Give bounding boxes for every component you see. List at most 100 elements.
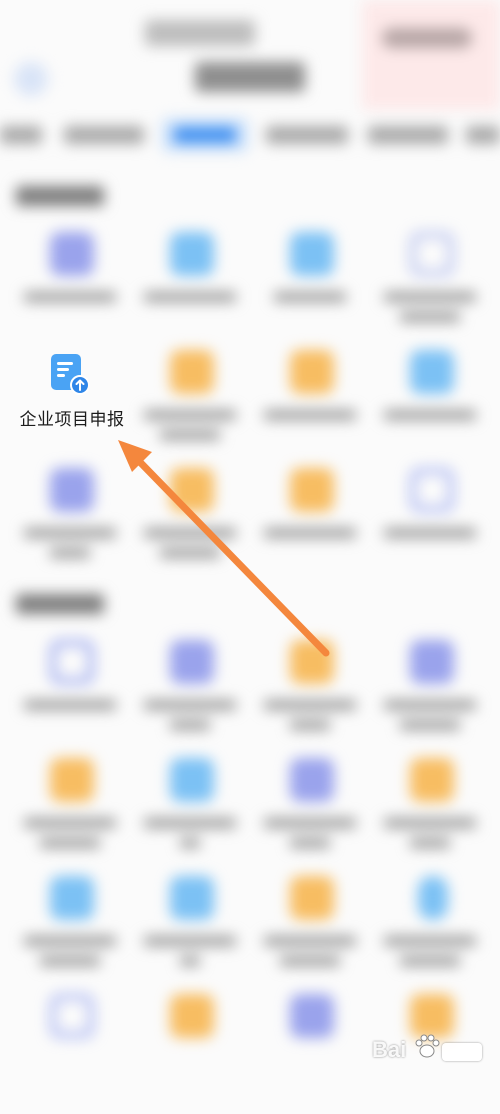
- service-icon: [50, 994, 94, 1038]
- item-label: [384, 936, 476, 946]
- item-label: [144, 410, 236, 420]
- service-icon: [410, 232, 454, 276]
- service-icon: [170, 994, 214, 1038]
- document-upload-icon: [51, 354, 90, 395]
- section-title-2: [16, 594, 104, 614]
- grid-item[interactable]: [130, 876, 250, 996]
- item-label: [264, 700, 356, 710]
- service-icon: [170, 758, 214, 802]
- service-icon: [418, 876, 448, 920]
- grid-item[interactable]: [250, 876, 370, 996]
- grid-item[interactable]: [10, 232, 130, 352]
- service-icon: [410, 350, 454, 394]
- item-label: [280, 956, 340, 966]
- item-label: [144, 528, 236, 538]
- service-icon: [410, 640, 454, 684]
- tab-6[interactable]: [466, 126, 500, 144]
- grid-item[interactable]: [10, 758, 130, 878]
- grid-item[interactable]: [250, 232, 370, 352]
- service-icon: [290, 876, 334, 920]
- header-ad-area[interactable]: [362, 0, 500, 110]
- item-label: [400, 956, 460, 966]
- tab-4[interactable]: [266, 126, 348, 144]
- grid-item[interactable]: [10, 994, 130, 1114]
- back-icon[interactable]: [14, 62, 48, 96]
- item-label: [24, 292, 116, 302]
- service-icon: [290, 640, 334, 684]
- service-icon: [170, 350, 214, 394]
- tab-2[interactable]: [64, 126, 144, 144]
- grid-item[interactable]: [250, 640, 370, 760]
- item-label: [400, 720, 460, 730]
- baidu-watermark: Bai: [372, 1025, 484, 1073]
- item-label: [180, 838, 200, 848]
- grid-item[interactable]: [130, 994, 250, 1114]
- grid-item[interactable]: [250, 758, 370, 878]
- grid-item[interactable]: [370, 232, 490, 352]
- item-label: [290, 838, 330, 848]
- item-label: [144, 700, 236, 710]
- category-tabs: [0, 118, 500, 158]
- item-label: [384, 700, 476, 710]
- item-label: [40, 838, 100, 848]
- service-icon: [290, 232, 334, 276]
- tab-5[interactable]: [368, 126, 448, 144]
- grid-item[interactable]: [370, 640, 490, 760]
- service-icon: [410, 468, 454, 512]
- grid-item[interactable]: [130, 232, 250, 352]
- app-header: [0, 0, 500, 110]
- item-label: [50, 548, 90, 558]
- service-icon: [50, 232, 94, 276]
- service-icon: [170, 468, 214, 512]
- item-label: [384, 292, 476, 302]
- grid-item[interactable]: [130, 468, 250, 588]
- service-icon: [290, 758, 334, 802]
- watermark-logo-text: [442, 1043, 482, 1061]
- tab-1[interactable]: [0, 126, 42, 144]
- service-icon: [290, 994, 334, 1038]
- grid-item[interactable]: [250, 350, 370, 470]
- service-icon: [170, 876, 214, 920]
- service-icon: [410, 758, 454, 802]
- item-label: [24, 936, 116, 946]
- item-label: [144, 292, 236, 302]
- item-label: [290, 720, 330, 730]
- grid-item[interactable]: [250, 994, 370, 1114]
- paw-logo-icon: [415, 1034, 440, 1058]
- item-label: [264, 528, 356, 538]
- header-logo: [145, 20, 255, 46]
- item-label: [384, 410, 476, 420]
- grid-item[interactable]: [130, 758, 250, 878]
- grid-item[interactable]: [250, 468, 370, 588]
- item-label: [264, 410, 356, 420]
- grid-item[interactable]: [10, 640, 130, 760]
- item-label: [144, 818, 236, 828]
- item-label: [180, 956, 200, 966]
- service-icon: [290, 468, 334, 512]
- item-label: [410, 838, 450, 848]
- item-label: [144, 936, 236, 946]
- item-label: [24, 700, 116, 710]
- item-label: 企业项目申报: [19, 410, 125, 430]
- service-icon: [50, 876, 94, 920]
- tab-active[interactable]: [162, 118, 248, 152]
- page-title: [195, 62, 305, 92]
- service-icon: [290, 350, 334, 394]
- grid-item[interactable]: [130, 640, 250, 760]
- service-icon: [50, 640, 94, 684]
- grid-item[interactable]: [370, 468, 490, 588]
- item-label: [160, 430, 220, 440]
- item-label: [170, 720, 210, 730]
- item-label: [24, 818, 116, 828]
- enterprise-project-declaration-item[interactable]: 企业项目申报: [10, 340, 130, 435]
- grid-item[interactable]: [10, 876, 130, 996]
- grid-item[interactable]: [370, 350, 490, 470]
- item-label: [274, 292, 346, 302]
- grid-item[interactable]: [370, 758, 490, 878]
- service-icon: [50, 468, 94, 512]
- grid-item[interactable]: [370, 876, 490, 996]
- section-title-1: [16, 186, 104, 206]
- header-pill: [382, 28, 472, 48]
- grid-item[interactable]: [130, 350, 250, 470]
- grid-item[interactable]: [10, 468, 130, 588]
